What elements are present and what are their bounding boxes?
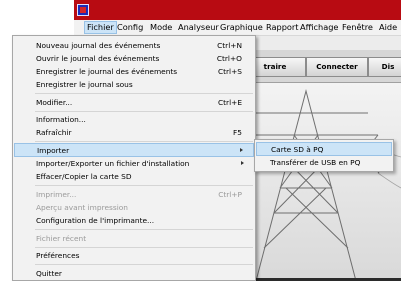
menu-item-shortcut: Ctrl+P — [218, 190, 242, 199]
menu-separator — [35, 229, 253, 230]
menu-separator — [35, 264, 253, 265]
submenu-arrow-icon — [241, 161, 244, 165]
disconnect-button[interactable]: Dis — [368, 57, 401, 77]
menu-item-erase-copy-sd[interactable]: Effacer/Copier la carte SD — [14, 170, 254, 184]
submenu-item-label: Carte SD à PQ — [271, 145, 324, 154]
menu-item-label: Importer — [37, 146, 70, 155]
menu-item-label: Préférences — [36, 251, 80, 260]
menu-aide[interactable]: Aide — [379, 22, 397, 33]
menu-item-preferences[interactable]: Préférences — [14, 249, 254, 263]
menu-separator — [35, 111, 253, 112]
menu-item-label: Rafraîchir — [36, 128, 72, 137]
file-menu: Nouveau journal des événements Ctrl+N Ouv… — [12, 35, 256, 281]
menu-item-import[interactable]: Importer — [14, 143, 254, 157]
submenu-arrow-icon — [240, 148, 243, 152]
menu-item-label: Enregistrer le journal des événements — [36, 67, 178, 76]
submenu-item-label: Transférer de USB en PQ — [270, 158, 361, 167]
menu-item-shortcut: Ctrl+S — [217, 67, 242, 76]
menu-affichage[interactable]: Affichage — [300, 22, 338, 33]
menu-item-shortcut: F5 — [233, 128, 242, 137]
menu-item-print-preview: Aperçu avant impression — [14, 201, 254, 215]
menu-item-information[interactable]: Information... — [14, 113, 254, 127]
menu-item-label: Aperçu avant impression — [36, 203, 128, 212]
menu-separator — [35, 93, 253, 94]
menu-item-open-log[interactable]: Ouvrir le journal des événements Ctrl+O — [14, 52, 254, 66]
menu-bar: Fichier Config Mode Analyseur Graphique … — [74, 20, 401, 36]
menu-fichier[interactable]: Fichier — [84, 21, 117, 34]
menu-item-modify[interactable]: Modifier... Ctrl+E — [14, 96, 254, 110]
menu-item-label: Importer/Exporter un fichier d'installat… — [36, 159, 190, 168]
menu-rapport[interactable]: Rapport — [266, 22, 299, 33]
menu-item-label: Ouvrir le journal des événements — [36, 54, 160, 63]
menu-item-label: Modifier... — [36, 98, 73, 107]
menu-item-label: Configuration de l'imprimante... — [36, 216, 155, 225]
menu-item-label: Enregistrer le journal sous — [36, 80, 133, 89]
menu-item-quit[interactable]: Quitter — [14, 267, 254, 281]
menu-item-refresh[interactable]: Rafraîchir F5 — [14, 126, 254, 140]
menu-item-label: Nouveau journal des événements — [36, 41, 161, 50]
import-submenu: Carte SD à PQ Transférer de USB en PQ — [254, 139, 394, 172]
menu-item-import-export-setup[interactable]: Importer/Exporter un fichier d'installat… — [14, 157, 254, 171]
menu-item-shortcut: Ctrl+N — [217, 41, 242, 50]
menu-separator — [35, 185, 253, 186]
menu-separator — [35, 141, 253, 142]
menu-item-label: Quitter — [36, 269, 62, 278]
menu-config[interactable]: Config — [117, 22, 143, 33]
connect-button[interactable]: Connecter — [306, 57, 368, 77]
menu-item-label: Effacer/Copier la carte SD — [36, 172, 132, 181]
menu-item-label: Information... — [36, 115, 86, 124]
menu-item-label: Imprimer... — [36, 190, 77, 199]
menu-item-print: Imprimer... Ctrl+P — [14, 188, 254, 202]
title-bar — [74, 0, 401, 20]
menu-item-recent-file: Fichier récent — [14, 232, 254, 246]
menu-item-printer-setup[interactable]: Configuration de l'imprimante... — [14, 214, 254, 228]
menu-item-shortcut: Ctrl+O — [216, 54, 242, 63]
submenu-item-sd-card-to-pq[interactable]: Carte SD à PQ — [256, 142, 392, 156]
menu-graphique[interactable]: Graphique — [220, 22, 263, 33]
submenu-item-usb-to-pq[interactable]: Transférer de USB en PQ — [256, 156, 392, 170]
menu-separator — [35, 247, 253, 248]
menu-item-save-log[interactable]: Enregistrer le journal des événements Ctr… — [14, 65, 254, 79]
menu-mode[interactable]: Mode — [150, 22, 172, 33]
menu-item-new-log[interactable]: Nouveau journal des événements Ctrl+N — [14, 39, 254, 53]
menu-fenetre[interactable]: Fenêtre — [342, 22, 373, 33]
app-icon[interactable] — [77, 4, 89, 16]
menu-analyseur[interactable]: Analyseur — [178, 22, 219, 33]
menu-item-shortcut: Ctrl+E — [217, 98, 242, 107]
menu-item-label: Fichier récent — [36, 234, 87, 243]
menu-item-save-log-as[interactable]: Enregistrer le journal sous — [14, 78, 254, 92]
